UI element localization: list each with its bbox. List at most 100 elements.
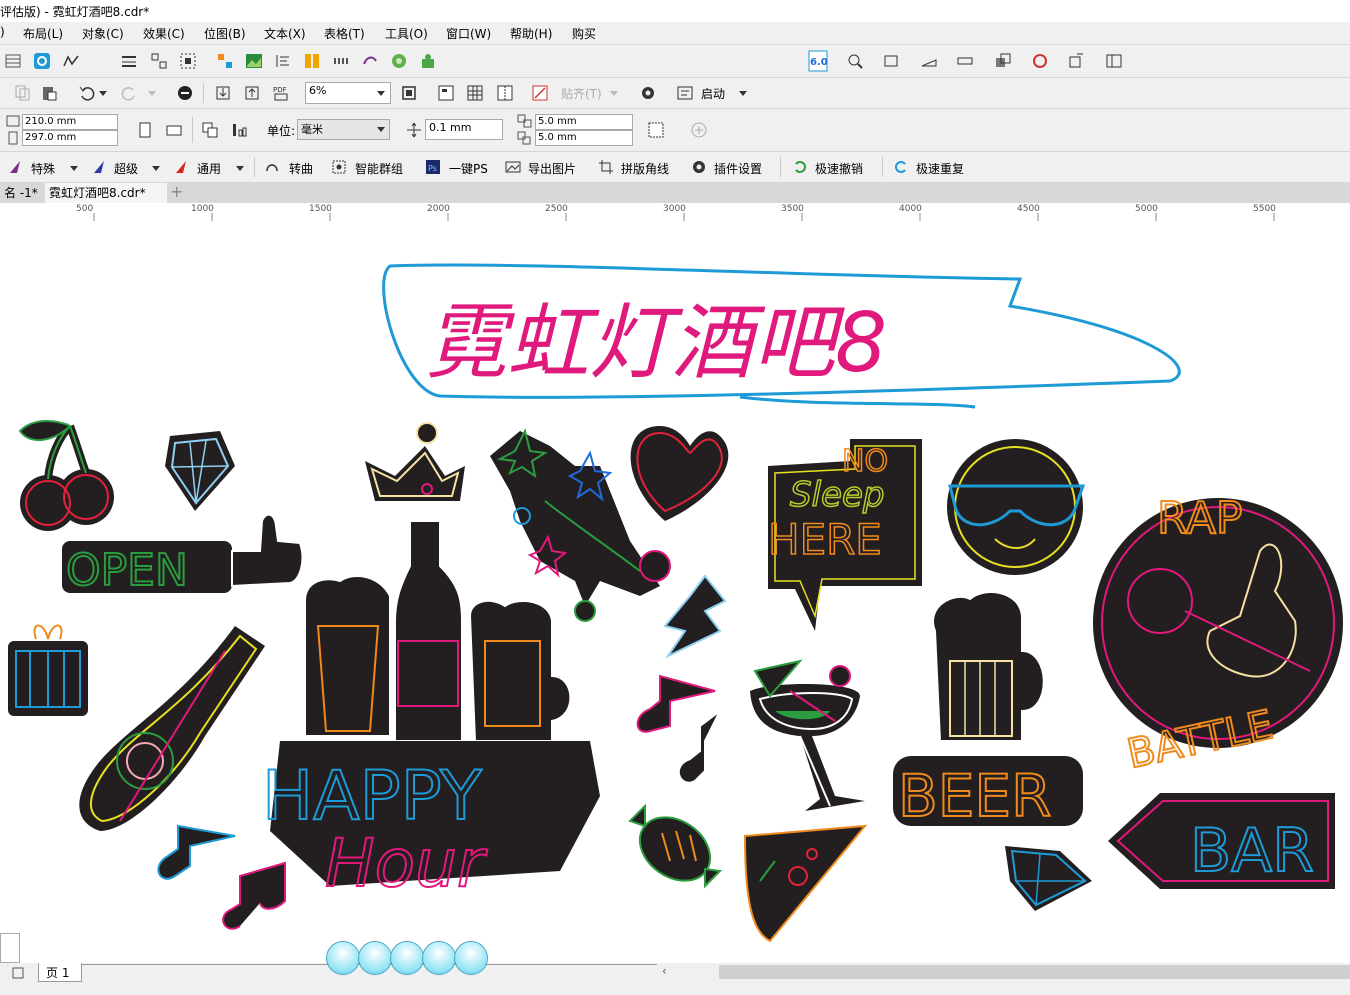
bubble-control-4[interactable] — [422, 941, 456, 975]
page-width-field[interactable]: 210.0 mm — [22, 114, 118, 130]
add-page-icon[interactable] — [690, 121, 708, 139]
plugin-smart-group[interactable]: 智能群组 — [355, 160, 403, 177]
menu-item-bitmap[interactable]: 位图(B) — [204, 25, 246, 42]
super-pen-icon — [94, 161, 104, 173]
landscape-icon[interactable] — [165, 121, 183, 139]
page-tab-1[interactable]: 页 1 — [38, 963, 82, 982]
ruler-tick-label: 3500 — [781, 204, 804, 214]
import-icon[interactable] — [214, 84, 232, 102]
scroll-left-arrow-icon[interactable]: ‹ — [662, 964, 667, 978]
unit-dropdown-arrow[interactable] — [377, 127, 385, 132]
page-sorter-stub[interactable] — [0, 933, 20, 963]
plugin-one-click-ps[interactable]: 一键PS — [449, 160, 488, 177]
plugin-general[interactable]: 通用 — [197, 160, 221, 177]
table-icon[interactable] — [303, 52, 321, 70]
plugin-convert-curve[interactable]: 转曲 — [289, 160, 313, 177]
super-dropdown[interactable] — [152, 166, 160, 171]
menu-item-help[interactable]: 帮助(H) — [510, 25, 552, 42]
align-icon[interactable] — [216, 52, 234, 70]
plugin-export-image[interactable]: 导出图片 — [528, 160, 576, 177]
launch-dropdown[interactable] — [739, 91, 747, 96]
copy-icon[interactable] — [14, 84, 32, 102]
container-icon[interactable] — [882, 52, 900, 70]
bubble-control-1[interactable] — [326, 941, 360, 975]
treat-as-filled-icon[interactable] — [647, 121, 665, 139]
select-frame-icon[interactable] — [179, 52, 197, 70]
bubble-control-3[interactable] — [390, 941, 424, 975]
measure-icon[interactable] — [920, 52, 938, 70]
bubble-control-2[interactable] — [358, 941, 392, 975]
page-height-field[interactable]: 297.0 mm — [22, 130, 118, 146]
menu-item-window[interactable]: 窗口(W) — [446, 25, 491, 42]
grid-dots-icon[interactable] — [332, 52, 350, 70]
panel-icon[interactable] — [1105, 52, 1123, 70]
guidelines-icon[interactable] — [496, 84, 514, 102]
plugin-super[interactable]: 超级 — [114, 160, 138, 177]
nudge-distance-field[interactable]: 0.1 mm — [425, 119, 503, 140]
lines-icon[interactable] — [120, 52, 138, 70]
undo-icon[interactable] — [78, 84, 96, 102]
happy-hour-sticker: HAPPY Hour — [261, 520, 600, 903]
menu-item-effects[interactable]: 效果(C) — [143, 25, 185, 42]
paste-icon[interactable] — [40, 84, 58, 102]
current-page-icon[interactable] — [230, 121, 248, 139]
menu-item-buy[interactable]: 购买 — [572, 25, 596, 42]
menu-item-layout[interactable]: 布局(L) — [23, 25, 63, 42]
tab-neon-bar[interactable]: 霓虹灯酒吧8.cdr* — [45, 183, 167, 205]
grid-icon[interactable] — [466, 84, 484, 102]
special-dropdown[interactable] — [70, 166, 78, 171]
launch-label[interactable]: 启动 — [701, 85, 725, 102]
search-object-icon[interactable] — [846, 52, 864, 70]
tab-untitled[interactable]: 名 -1* — [0, 183, 42, 203]
page-nav-first-icon[interactable] — [10, 966, 28, 980]
snap-dropdown[interactable] — [610, 91, 618, 96]
plugin-crop-marks[interactable]: 拼版角线 — [621, 160, 669, 177]
portrait-icon[interactable] — [136, 121, 154, 139]
full-screen-preview-icon[interactable] — [437, 84, 455, 102]
beer-mug-sticker — [932, 591, 1045, 742]
plugin-icon[interactable] — [419, 52, 437, 70]
launch-icon[interactable] — [676, 84, 694, 102]
plugin-fast-redo[interactable]: 极速重复 — [916, 160, 964, 177]
zoom-full-icon[interactable] — [400, 84, 418, 102]
snap-off-icon[interactable] — [531, 84, 549, 102]
layout-icon[interactable] — [4, 52, 22, 70]
menu-item-file-partial[interactable]: ) — [0, 25, 5, 39]
layers-icon[interactable] — [994, 52, 1012, 70]
duplicate-y-field[interactable]: 5.0 mm — [535, 130, 633, 146]
curve-tool-icon[interactable] — [62, 52, 80, 70]
ruler-tool-icon[interactable] — [956, 52, 974, 70]
general-dropdown[interactable] — [236, 166, 244, 171]
image-icon[interactable] — [245, 52, 263, 70]
pdf-icon[interactable]: PDF — [272, 84, 290, 102]
text-align-icon[interactable] — [274, 52, 292, 70]
horizontal-scrollbar[interactable] — [719, 965, 1350, 979]
export-file-icon[interactable] — [243, 84, 261, 102]
menu-item-tools[interactable]: 工具(O) — [385, 25, 428, 42]
plugin-fast-undo[interactable]: 极速撤销 — [815, 160, 863, 177]
new-tab-plus-icon[interactable]: + — [166, 183, 192, 203]
redo-dropdown[interactable] — [148, 91, 156, 96]
snap-to-label[interactable]: 贴齐(T) — [561, 85, 602, 102]
arrange-icon[interactable] — [150, 52, 168, 70]
menu-item-table[interactable]: 表格(T) — [324, 25, 365, 42]
export-icon[interactable] — [1067, 52, 1085, 70]
settings-gear-icon[interactable] — [639, 84, 657, 102]
plugin-special[interactable]: 特殊 — [31, 160, 55, 177]
all-pages-icon[interactable] — [201, 121, 219, 139]
corel-connect-icon[interactable] — [176, 84, 194, 102]
smart-fill-icon[interactable] — [33, 52, 51, 70]
plugin-settings[interactable]: 插件设置 — [714, 160, 762, 177]
bubble-control-5[interactable] — [454, 941, 488, 975]
drawing-canvas[interactable]: .neon-t { font-family:"DejaVu Sans", san… — [0, 221, 1350, 963]
menu-item-text[interactable]: 文本(X) — [264, 25, 306, 42]
menu-item-object[interactable]: 对象(C) — [82, 25, 124, 42]
cut-shape-icon[interactable] — [1031, 52, 1049, 70]
undo-dropdown[interactable] — [99, 91, 107, 96]
globe-icon[interactable] — [390, 52, 408, 70]
redo-icon[interactable] — [120, 84, 138, 102]
horizontal-ruler[interactable]: 500 1000 1500 2000 2500 3000 3500 4000 4… — [0, 203, 1350, 222]
zoom-dropdown-arrow[interactable] — [377, 91, 385, 96]
duplicate-x-field[interactable]: 5.0 mm — [535, 114, 633, 130]
transform-icon[interactable] — [361, 52, 379, 70]
